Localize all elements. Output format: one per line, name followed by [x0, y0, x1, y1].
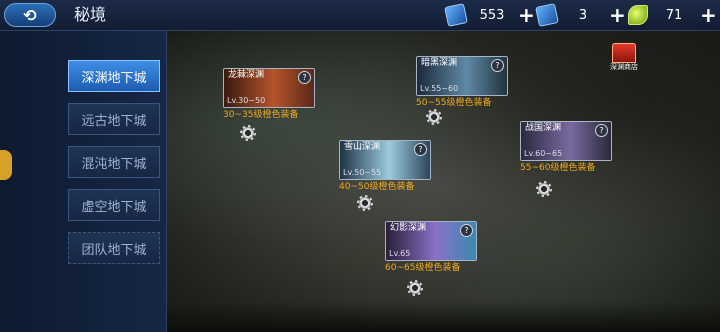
add-ticket-a-button[interactable]: +: [518, 5, 535, 25]
edge-pull-tab[interactable]: [0, 150, 12, 180]
dungeon-reward: 40~50级橙色装备: [339, 182, 415, 192]
dungeon-card[interactable]: 战国深渊 ? Lv.60~65: [520, 121, 612, 161]
dungeon-marker-icon[interactable]: [407, 280, 423, 296]
top-bar: ⟲ 秘境 553 + 3 + 71 +: [0, 0, 720, 31]
resource-value: 553: [479, 7, 505, 23]
dungeon-marker-icon[interactable]: [240, 125, 256, 141]
sidebar-item-chaos[interactable]: 混沌地下城: [68, 146, 160, 178]
dungeon-level: Lv.60~65: [524, 149, 563, 158]
dungeon-dragonthorn[interactable]: 龙棘深渊 ? Lv.30~50 30~35级橙色装备: [223, 68, 315, 121]
resource-ticket-a: 553 +: [444, 3, 535, 27]
dungeon-reward: 55~60级橙色装备: [520, 163, 596, 173]
dungeon-reward: 50~55级橙色装备: [416, 98, 492, 108]
abyss-shop-button[interactable]: 深渊商店: [607, 43, 641, 72]
dungeon-map: 深渊商店 龙棘深渊 ? Lv.30~50 30~35级橙色装备 暗黑深渊 ? L…: [167, 31, 720, 332]
dungeon-name: 龙棘深渊: [228, 70, 265, 80]
dungeon-name: 雪山深渊: [344, 142, 381, 152]
add-ticket-b-button[interactable]: +: [609, 5, 626, 25]
dungeon-marker-icon[interactable]: [357, 195, 373, 211]
help-icon[interactable]: ?: [414, 143, 427, 156]
dungeon-level: Lv.30~50: [227, 96, 266, 105]
sidebar: 深渊地下城 远古地下城 混沌地下城 虚空地下城 团队地下城: [0, 31, 167, 332]
green-leaf-icon: [628, 5, 648, 25]
help-icon[interactable]: ?: [595, 124, 608, 137]
blue-ticket-icon: [444, 3, 468, 27]
back-button[interactable]: ⟲: [4, 3, 56, 27]
resource-leaf: 71 +: [628, 4, 717, 26]
dungeon-marker-icon[interactable]: [536, 181, 552, 197]
help-icon[interactable]: ?: [298, 71, 311, 84]
resource-ticket-b: 3 +: [535, 3, 626, 27]
dungeon-card[interactable]: 龙棘深渊 ? Lv.30~50: [223, 68, 315, 108]
sidebar-item-team[interactable]: 团队地下城: [68, 232, 160, 264]
back-arrow-icon: ⟲: [23, 5, 37, 25]
dungeon-dark[interactable]: 暗黑深渊 ? Lv.55~60 50~55级橙色装备: [416, 56, 508, 109]
dungeon-phantom[interactable]: 幻影深渊 ? Lv.65 60~65级橙色装备: [385, 221, 477, 274]
dungeon-card[interactable]: 雪山深渊 ? Lv.50~55: [339, 140, 431, 180]
help-icon[interactable]: ?: [491, 59, 504, 72]
dungeon-reward: 30~35级橙色装备: [223, 110, 299, 120]
dungeon-card[interactable]: 幻影深渊 ? Lv.65: [385, 221, 477, 261]
resource-value: 3: [578, 7, 588, 23]
blue-ticket-icon: [535, 3, 559, 27]
dungeon-level: Lv.55~60: [420, 84, 459, 93]
add-leaf-button[interactable]: +: [700, 5, 717, 25]
sidebar-item-abyss[interactable]: 深渊地下城: [68, 60, 160, 92]
dungeon-level: Lv.50~55: [343, 168, 382, 177]
resource-value: 71: [665, 7, 683, 23]
dungeon-snowmountain[interactable]: 雪山深渊 ? Lv.50~55 40~50级橙色装备: [339, 140, 431, 193]
dungeon-reward: 60~65级橙色装备: [385, 263, 461, 273]
help-icon[interactable]: ?: [460, 224, 473, 237]
dungeon-card[interactable]: 暗黑深渊 ? Lv.55~60: [416, 56, 508, 96]
shop-label: 深渊商店: [610, 63, 638, 71]
sidebar-item-ancient[interactable]: 远古地下城: [68, 103, 160, 135]
page-title: 秘境: [74, 5, 107, 24]
dungeon-marker-icon[interactable]: [426, 109, 442, 125]
dungeon-name: 幻影深渊: [390, 223, 427, 233]
dungeon-warring[interactable]: 战国深渊 ? Lv.60~65 55~60级橙色装备: [520, 121, 612, 174]
dungeon-name: 暗黑深渊: [421, 58, 458, 68]
dungeon-level: Lv.65: [389, 249, 411, 258]
sidebar-item-void[interactable]: 虚空地下城: [68, 189, 160, 221]
dungeon-name: 战国深渊: [525, 123, 562, 133]
shop-icon: [612, 43, 636, 63]
